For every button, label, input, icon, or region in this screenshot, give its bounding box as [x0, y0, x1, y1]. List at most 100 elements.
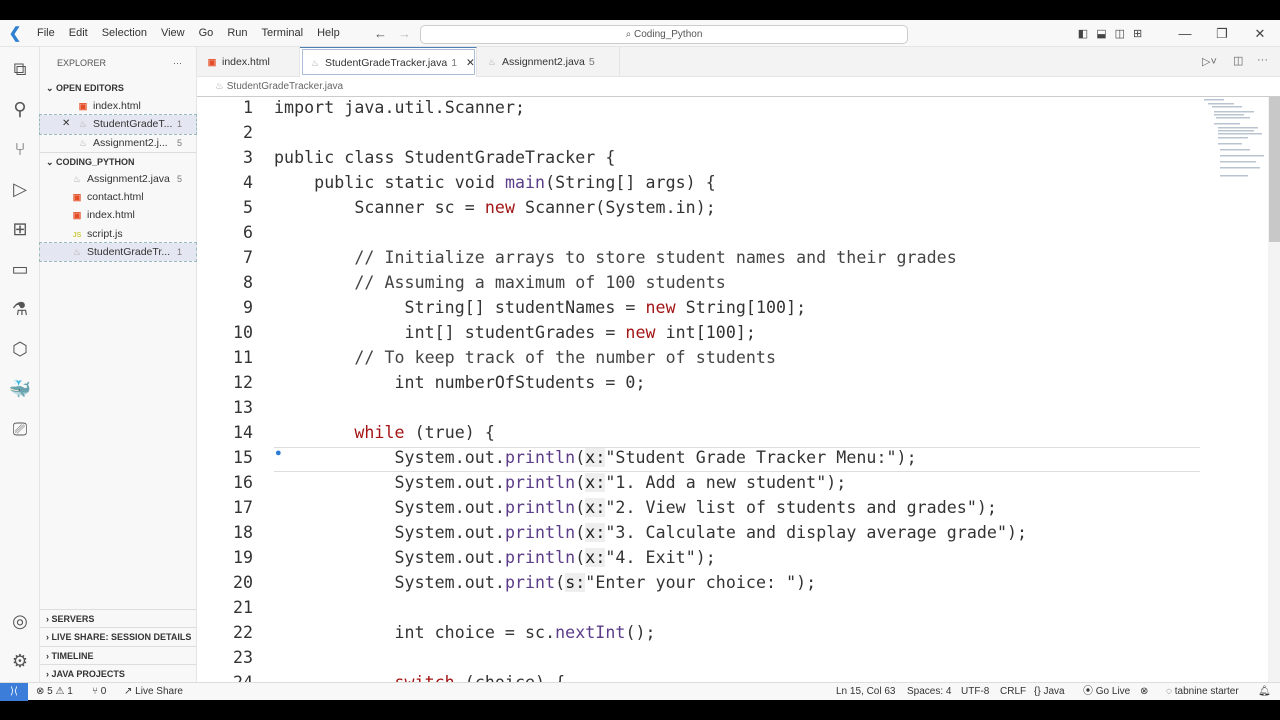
code-line: System.out.println(x:"3. Calculate and d… — [274, 523, 1027, 542]
code-line: System.out.print(s:"Enter your choice: "… — [274, 573, 816, 592]
code-editor[interactable]: ● 1 import java.util.Scanner; 2 3 public cla… — [197, 97, 1280, 682]
toggle-secondary-sidebar-icon[interactable]: ◫ — [1115, 27, 1125, 40]
section-java-projects[interactable]: › JAVA PROJECTS — [40, 663, 197, 682]
inlay-hint: x: — [585, 473, 606, 492]
back-icon[interactable]: ← — [374, 26, 387, 41]
encoding[interactable]: UTF-8 — [961, 683, 989, 700]
activity-bar: ⧉ ⚲ ⑂ ▷ ⊞ ▭ ⚗ ⬡ 🐳 ⎚ ◎ ⚙ — [0, 47, 40, 682]
maximize-button[interactable]: ❐ — [1202, 20, 1242, 47]
file-item[interactable]: ▣ contact.html — [40, 188, 196, 206]
code-token: while — [354, 423, 405, 442]
remote-indicator-icon[interactable]: ⟩⟨ — [0, 683, 28, 701]
explorer-icon[interactable]: ⧉ — [8, 57, 32, 81]
line-number: 18 — [233, 523, 253, 542]
java-icon[interactable]: ⬡ — [8, 337, 32, 361]
open-editors-section[interactable]: ⌄ OPEN EDITORS — [40, 79, 196, 97]
line-number: 2 — [243, 123, 253, 142]
tabnine-button[interactable]: ◌ tabnine starter — [1166, 683, 1239, 700]
java-file-icon: ♨ — [78, 119, 88, 130]
more-actions-icon[interactable]: ··· — [173, 47, 182, 79]
extensions-icon[interactable]: ⊞ — [8, 217, 32, 241]
tab-studentgradetracker-java[interactable]: ♨ StudentGradeTracker.java 1 ✕ — [300, 47, 477, 77]
line-number: 5 — [243, 198, 253, 217]
menu-run[interactable]: Run — [220, 27, 254, 39]
settings-gear-icon[interactable]: ⚙ — [8, 649, 32, 673]
file-item[interactable]: ▣ index.html — [40, 97, 196, 115]
copilot-icon[interactable]: ⊗ — [1140, 683, 1148, 700]
menu-file[interactable]: File — [30, 27, 62, 39]
live-share-button[interactable]: ↗ Live Share — [124, 683, 183, 700]
scrollbar-thumb[interactable] — [1269, 97, 1280, 242]
more-icon[interactable]: ··· — [1257, 54, 1268, 66]
language-mode[interactable]: {} Java — [1034, 683, 1065, 700]
indentation[interactable]: Spaces: 4 — [907, 683, 951, 700]
file-item[interactable]: ♨ Assignment2.j... 5 — [40, 134, 196, 152]
menu-edit[interactable]: Edit — [62, 27, 95, 39]
line-number: 10 — [233, 323, 253, 342]
menu-terminal[interactable]: Terminal — [255, 27, 311, 39]
java-file-icon: ♨ — [487, 57, 497, 67]
notifications-bell-icon[interactable]: 🔔︎ — [1258, 683, 1271, 700]
problem-badge: 1 — [176, 247, 182, 258]
forward-icon[interactable]: → — [398, 26, 411, 41]
accounts-icon[interactable]: ◎ — [8, 609, 32, 633]
close-icon[interactable]: ✕ — [62, 115, 70, 133]
menu-go[interactable]: Go — [192, 27, 221, 39]
section-live-share-session-details[interactable]: › LIVE SHARE: SESSION DETAILS — [40, 627, 197, 645]
close-window-button[interactable]: ✕ — [1240, 20, 1280, 47]
customize-layout-icon[interactable]: ⊞ — [1133, 27, 1142, 40]
problems-indicator[interactable]: ⊗ 5 ⚠ 1 — [36, 683, 73, 700]
file-item[interactable]: ✕ ♨ StudentGradeT... 1 — [39, 114, 197, 135]
folder-section[interactable]: ⌄ CODING_PYTHON — [40, 151, 196, 170]
line-ending[interactable]: CRLF — [1000, 683, 1026, 700]
minimap[interactable] — [1200, 97, 1268, 197]
split-editor-icon[interactable]: ◫ — [1233, 54, 1243, 67]
section-servers[interactable]: › SERVERS — [40, 609, 197, 627]
search-icon: ⌕ — [625, 29, 634, 40]
search-icon[interactable]: ⚲ — [8, 97, 32, 121]
file-item[interactable]: ♨ Assignment2.java 5 — [40, 170, 196, 188]
line-number: 16 — [233, 473, 253, 492]
remote-explorer-icon[interactable]: ▭ — [8, 257, 32, 281]
breadcrumb[interactable]: ♨ StudentGradeTracker.java — [197, 77, 1280, 97]
file-item[interactable]: ▣ index.html — [40, 206, 196, 224]
line-number: 13 — [233, 398, 253, 417]
tab-assignment2-java[interactable]: ♨ Assignment2.java 5 — [477, 47, 620, 77]
menu-bar: File Edit Selection View Go Run Terminal Help — [30, 27, 347, 39]
command-center-search[interactable]: ⌕ Coding_Python — [420, 25, 908, 44]
file-item[interactable]: JS script.js — [40, 225, 196, 243]
ports-indicator[interactable]: ⑂ 0 — [92, 683, 106, 700]
menu-selection[interactable]: Selection — [95, 27, 154, 39]
menu-help[interactable]: Help — [310, 27, 347, 39]
code-line: switch (choice) { — [274, 673, 565, 682]
run-debug-icon[interactable]: ▷ — [8, 177, 32, 201]
code-line: while (true) { — [274, 423, 495, 442]
file-name: StudentGradeT... — [93, 118, 173, 131]
search-label: Coding_Python — [634, 29, 703, 40]
line-number: 3 — [243, 148, 253, 167]
file-item[interactable]: ♨ StudentGradeTr... 1 — [39, 242, 197, 263]
live-share-icon[interactable]: ⎚ — [8, 417, 32, 441]
menu-view[interactable]: View — [154, 27, 192, 39]
toggle-panel-icon[interactable]: ⬓ — [1096, 27, 1106, 40]
tab-badge: 5 — [588, 56, 595, 68]
docker-icon[interactable]: 🐳 — [8, 377, 32, 401]
code-token: println — [504, 473, 576, 492]
tab-close-icon[interactable]: ✕ — [463, 57, 475, 69]
cursor-position[interactable]: Ln 15, Col 63 — [836, 683, 896, 700]
code-token: String[100]; — [675, 298, 807, 317]
source-control-icon[interactable]: ⑂ — [8, 137, 32, 161]
tab-index-html[interactable]: ▣ index.html — [197, 47, 300, 77]
line-number: 14 — [233, 423, 253, 442]
testing-icon[interactable]: ⚗ — [8, 297, 32, 321]
section-timeline[interactable]: › TIMELINE — [40, 645, 197, 664]
toggle-sidebar-icon[interactable]: ◧ — [1078, 27, 1088, 40]
inlay-hint: x: — [585, 548, 606, 567]
run-icon[interactable]: ▷˅ — [1202, 55, 1217, 68]
code-line: int numberOfStudents = 0; — [274, 373, 646, 392]
go-live-button[interactable]: ⦿ Go Live — [1083, 683, 1130, 700]
ports-count: 0 — [100, 686, 107, 697]
minimize-button[interactable]: — — [1165, 20, 1205, 47]
code-token: main — [504, 173, 546, 192]
folder-label: CODING_PYTHON — [56, 156, 135, 167]
